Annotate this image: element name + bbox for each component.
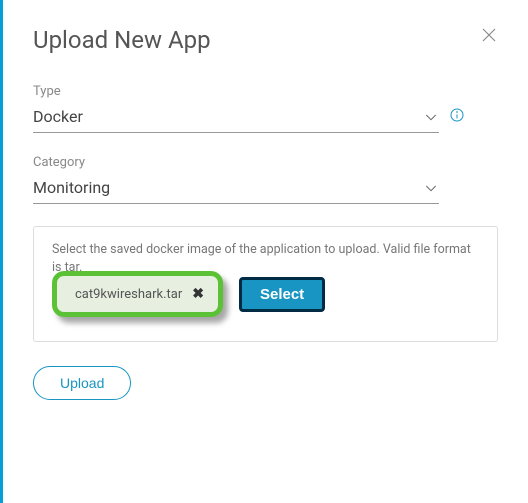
type-label: Type bbox=[33, 84, 498, 99]
field-type: Type Docker bbox=[33, 84, 498, 133]
file-row: cat9kwireshark.tar ✖ Select bbox=[52, 277, 479, 317]
selected-file-chip: cat9kwireshark.tar ✖ bbox=[52, 271, 223, 317]
chevron-down-icon bbox=[423, 109, 439, 125]
remove-file-icon[interactable]: ✖ bbox=[192, 286, 204, 302]
upload-new-app-dialog: Upload New App Type Docker Category Moni bbox=[0, 0, 528, 503]
type-select[interactable]: Docker bbox=[33, 105, 439, 133]
field-category: Category Monitoring bbox=[33, 155, 498, 204]
upload-box: Select the saved docker image of the app… bbox=[33, 226, 498, 342]
category-select[interactable]: Monitoring bbox=[33, 176, 439, 204]
dialog-title: Upload New App bbox=[33, 26, 498, 54]
select-button[interactable]: Select bbox=[239, 277, 325, 312]
type-value: Docker bbox=[33, 105, 423, 128]
upload-button[interactable]: Upload bbox=[33, 366, 131, 400]
chevron-down-icon bbox=[423, 180, 439, 196]
category-label: Category bbox=[33, 155, 498, 170]
file-name: cat9kwireshark.tar bbox=[75, 287, 182, 302]
close-icon[interactable] bbox=[480, 26, 498, 44]
info-icon[interactable] bbox=[449, 107, 465, 123]
category-value: Monitoring bbox=[33, 176, 423, 199]
